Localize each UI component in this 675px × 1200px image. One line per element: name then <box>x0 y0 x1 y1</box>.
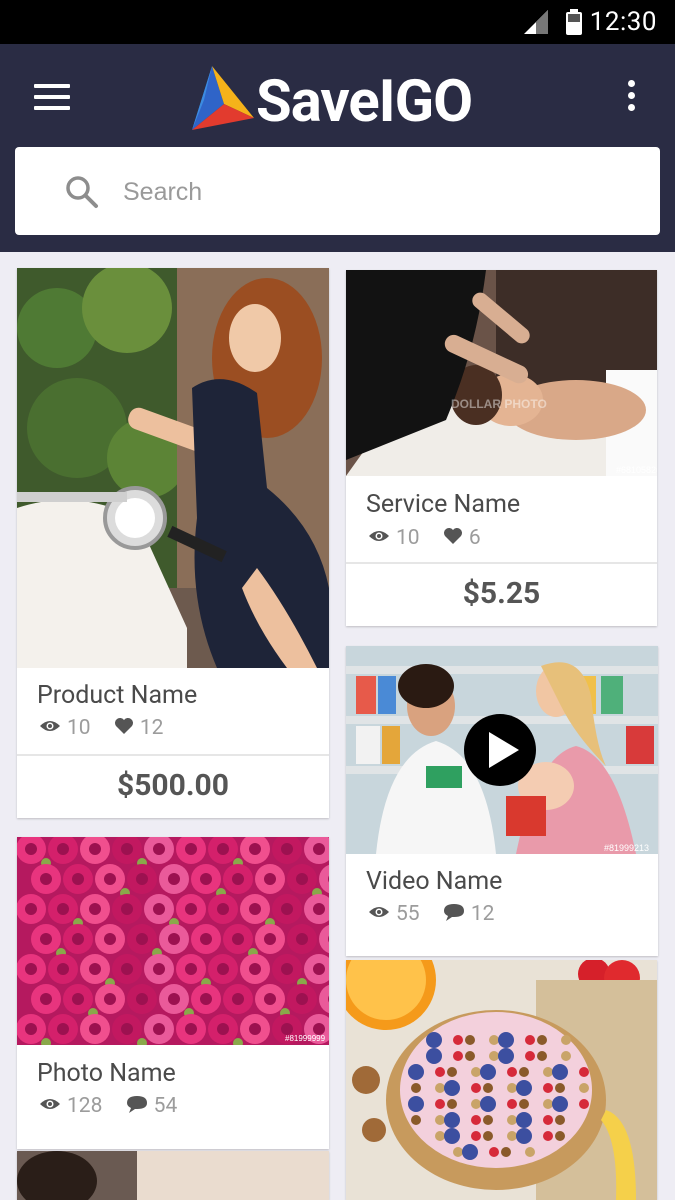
card-title: Photo Name <box>37 1059 176 1088</box>
image-id-label: #81999999 <box>285 1034 326 1043</box>
like-count: 6 <box>443 526 481 550</box>
search-icon <box>66 176 98 208</box>
image-id-label: #68105826 <box>616 465 657 475</box>
search-bar[interactable] <box>15 147 660 235</box>
card-stats: 128 54 <box>39 1094 195 1118</box>
product-image <box>17 268 329 668</box>
video-card[interactable]: #81999213 Video Name 55 12 <box>346 646 658 956</box>
card-title: Service Name <box>366 490 521 519</box>
watermark-text: DOLLAR PHOTO <box>451 397 547 411</box>
view-count: 10 <box>368 526 420 550</box>
search-input[interactable] <box>121 167 625 217</box>
service-image: #68105826 DOLLAR PHOTO <box>346 270 657 476</box>
service-card[interactable]: #68105826 DOLLAR PHOTO Service Name 10 6… <box>346 270 657 626</box>
product-card[interactable]: Product Name 10 12 $500.00 <box>17 268 329 818</box>
card-stats: 10 12 <box>39 716 181 740</box>
card-title: Product Name <box>37 681 198 710</box>
status-bar: 12:30 <box>0 0 675 44</box>
partial-card-image <box>17 1151 329 1200</box>
logo-mark-icon <box>192 66 254 130</box>
comment-icon <box>126 1096 147 1114</box>
card-divider <box>346 562 657 564</box>
status-time: 12:30 <box>589 7 657 37</box>
app-brand-name: SaveIGO <box>256 68 473 136</box>
view-count: 10 <box>39 716 91 740</box>
photo-image: #81999999 <box>17 837 329 1045</box>
eye-icon <box>369 907 389 918</box>
comment-icon <box>443 904 464 922</box>
view-count: 128 <box>39 1094 102 1118</box>
app-bar: SaveIGO <box>0 44 675 252</box>
eye-icon <box>40 1099 60 1110</box>
food-image <box>346 960 657 1200</box>
image-id-label: #81999213 <box>604 843 649 853</box>
hamburger-menu-icon[interactable] <box>34 84 70 112</box>
food-card[interactable] <box>346 960 657 1200</box>
more-vertical-icon[interactable] <box>622 80 640 116</box>
comment-count: 54 <box>126 1094 177 1118</box>
eye-icon <box>369 531 389 542</box>
play-button[interactable] <box>464 714 536 786</box>
signal-icon <box>524 10 548 34</box>
comment-count: 12 <box>443 902 494 926</box>
card-stats: 10 6 <box>368 526 499 550</box>
photo-card[interactable]: #81999999 Photo Name 128 54 <box>17 837 329 1149</box>
heart-icon <box>114 718 133 735</box>
eye-icon <box>40 721 60 732</box>
like-count: 12 <box>114 716 163 740</box>
card-stats: 55 12 <box>368 902 512 926</box>
play-icon <box>489 732 519 768</box>
card-price: $5.25 <box>462 576 541 611</box>
battery-icon <box>566 9 582 35</box>
view-count: 55 <box>368 902 420 926</box>
partial-card[interactable] <box>17 1151 329 1200</box>
heart-icon <box>443 528 462 545</box>
card-price: $500.00 <box>117 768 229 803</box>
card-title: Video Name <box>366 867 503 896</box>
card-divider <box>17 754 329 756</box>
